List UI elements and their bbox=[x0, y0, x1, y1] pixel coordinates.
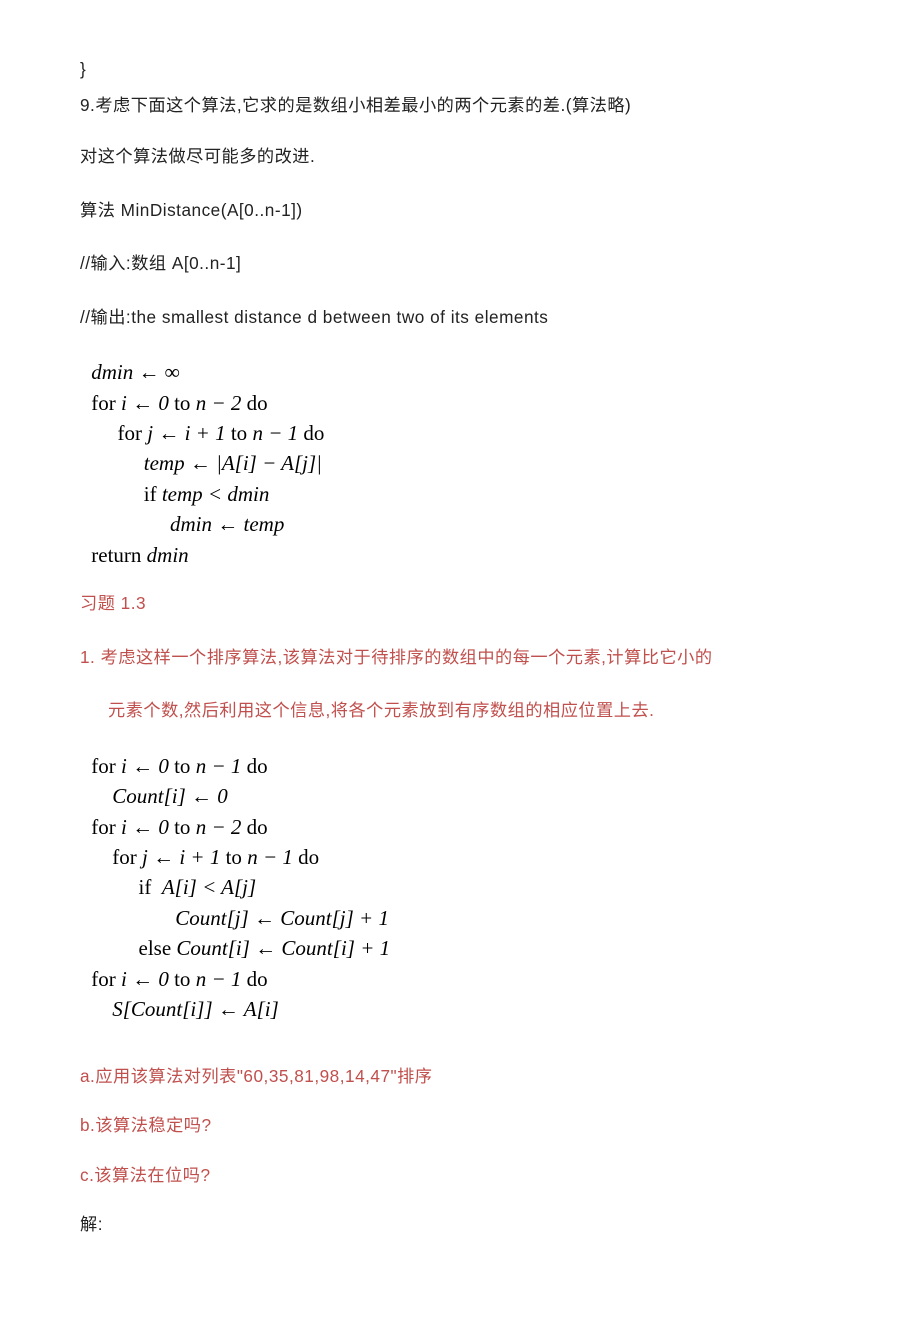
section-1-3-pseudocode: for i ← 0 to n − 1 do Count[i] ← 0 for i… bbox=[86, 751, 840, 1025]
problem-9-prompt: 9.考虑下面这个算法,它求的是数组小相差最小的两个元素的差.(算法略) bbox=[80, 92, 840, 120]
problem-9-output-comment: //输出:the smallest distance d between two… bbox=[80, 304, 840, 332]
kw-to: to bbox=[174, 391, 196, 415]
kw-for: for bbox=[91, 391, 121, 415]
code-text: A[i] < A[j] bbox=[162, 875, 256, 899]
kw-do: do bbox=[247, 391, 268, 415]
closing-brace: } bbox=[80, 56, 840, 84]
code-line: Count[i] ← 0 bbox=[112, 784, 228, 808]
code-text: n − 1 bbox=[247, 845, 298, 869]
kw-to: to bbox=[231, 421, 253, 445]
kw-to: to bbox=[174, 967, 196, 991]
code-text: temp < dmin bbox=[162, 482, 270, 506]
code-text: i ← 0 bbox=[121, 754, 174, 778]
code-text: j ← i + 1 bbox=[147, 421, 231, 445]
kw-do: do bbox=[247, 967, 268, 991]
kw-for: for bbox=[91, 815, 121, 839]
code-line: dmin ← temp bbox=[170, 512, 284, 536]
code-text: i ← 0 bbox=[121, 967, 174, 991]
section-1-3-q1-line2: 元素个数,然后利用这个信息,将各个元素放到有序数组的相应位置上去. bbox=[108, 697, 840, 725]
kw-if: if bbox=[144, 482, 162, 506]
kw-for: for bbox=[118, 421, 148, 445]
kw-else: else bbox=[139, 936, 177, 960]
question-a: a.应用该算法对列表"60,35,81,98,14,47"排序 bbox=[80, 1063, 840, 1091]
code-text: Count[i] ← Count[i] + 1 bbox=[176, 936, 390, 960]
kw-for: for bbox=[91, 967, 121, 991]
code-text: i ← 0 bbox=[121, 815, 174, 839]
kw-do: do bbox=[247, 815, 268, 839]
problem-9-algorithm-label: 算法 MinDistance(A[0..n-1]) bbox=[80, 197, 840, 225]
answer-label: 解: bbox=[80, 1211, 840, 1239]
problem-9-input-comment: //输入:数组 A[0..n-1] bbox=[80, 250, 840, 278]
question-c: c.该算法在位吗? bbox=[80, 1162, 840, 1190]
kw-do: do bbox=[298, 845, 319, 869]
code-text: n − 2 bbox=[196, 391, 247, 415]
problem-9-pseudocode: dmin ← ∞ for i ← 0 to n − 2 do for j ← i… bbox=[86, 357, 840, 570]
code-text: dmin bbox=[147, 543, 189, 567]
kw-do: do bbox=[303, 421, 324, 445]
kw-return: return bbox=[91, 543, 146, 567]
code-text: n − 1 bbox=[196, 967, 247, 991]
kw-for: for bbox=[112, 845, 142, 869]
kw-do: do bbox=[247, 754, 268, 778]
code-line: Count[j] ← Count[j] + 1 bbox=[175, 906, 389, 930]
kw-if: if bbox=[139, 875, 162, 899]
code-line: dmin ← ∞ bbox=[91, 360, 179, 384]
problem-9-improve-note: 对这个算法做尽可能多的改进. bbox=[80, 143, 840, 171]
kw-for: for bbox=[91, 754, 121, 778]
code-line: S[Count[i]] ← A[i] bbox=[112, 997, 279, 1021]
code-text: n − 1 bbox=[196, 754, 247, 778]
kw-to: to bbox=[226, 845, 248, 869]
code-text: i ← 0 bbox=[121, 391, 174, 415]
code-text: n − 2 bbox=[196, 815, 247, 839]
kw-to: to bbox=[174, 815, 196, 839]
kw-to: to bbox=[174, 754, 196, 778]
question-b: b.该算法稳定吗? bbox=[80, 1112, 840, 1140]
document-page: } 9.考虑下面这个算法,它求的是数组小相差最小的两个元素的差.(算法略) 对这… bbox=[0, 0, 920, 1319]
section-heading-1-3: 习题 1.3 bbox=[80, 590, 840, 618]
code-text: n − 1 bbox=[252, 421, 303, 445]
section-1-3-q1-line1: 1. 考虑这样一个排序算法,该算法对于待排序的数组中的每一个元素,计算比它小的 bbox=[80, 644, 840, 672]
code-text: j ← i + 1 bbox=[142, 845, 226, 869]
code-line: temp ← |A[i] − A[j]| bbox=[144, 451, 322, 475]
